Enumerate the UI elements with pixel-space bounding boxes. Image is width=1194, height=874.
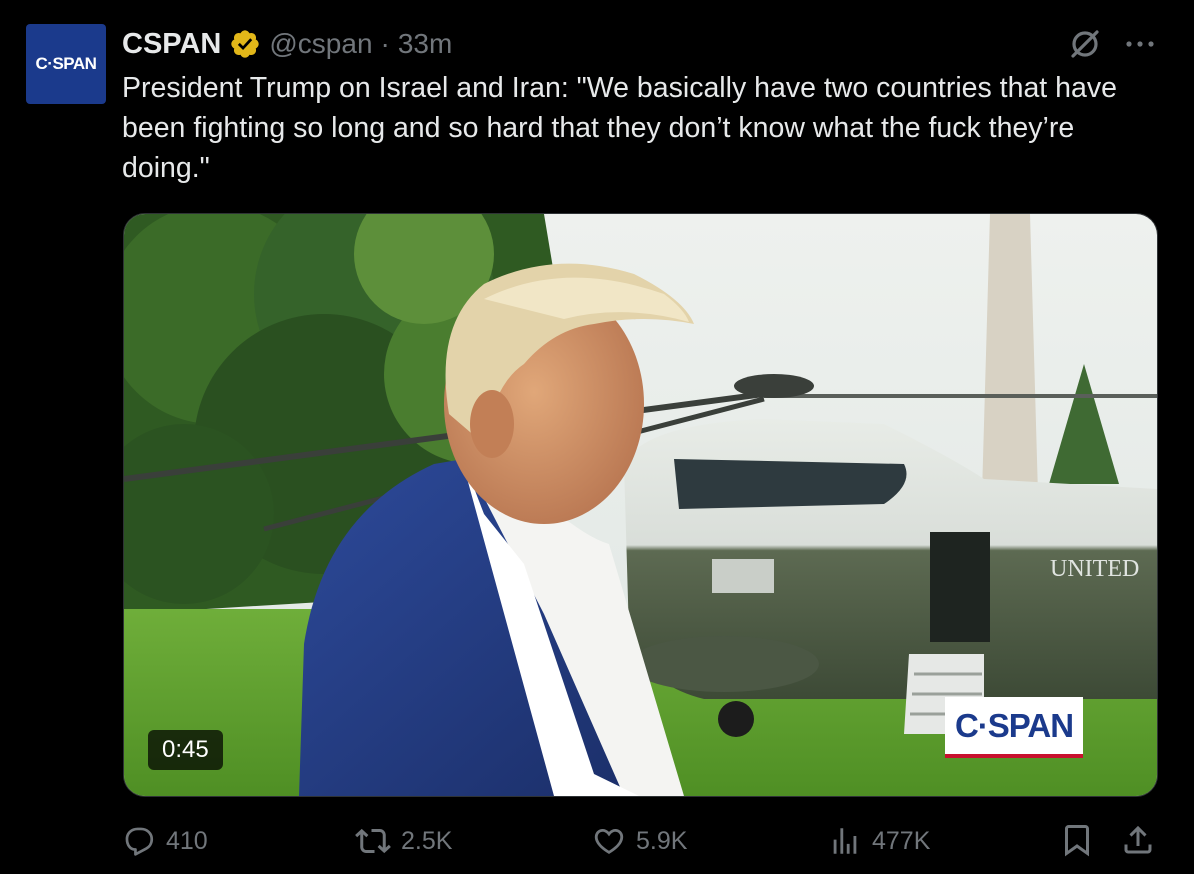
bookmark-icon[interactable] xyxy=(1059,822,1095,863)
video-duration: 0:45 xyxy=(148,730,223,770)
cspan-watermark: C·SPAN xyxy=(945,697,1083,758)
repost-button[interactable]: 2.5K xyxy=(355,820,452,862)
reply-button[interactable]: 410 xyxy=(122,820,208,862)
author-display-name[interactable]: CSPAN xyxy=(122,28,221,61)
helicopter-lettering: UNITED xyxy=(1050,556,1139,582)
views-chart-icon xyxy=(833,828,857,854)
video-player[interactable]: UNITED 0:45 C·SPAN xyxy=(123,213,1158,797)
like-count: 5.9K xyxy=(636,826,688,855)
like-button[interactable]: 5.9K xyxy=(592,820,687,862)
share-icon[interactable] xyxy=(1120,822,1156,863)
verified-badge-icon[interactable] xyxy=(229,28,261,60)
more-dots-icon[interactable] xyxy=(1122,30,1158,58)
views-button[interactable]: 477K xyxy=(828,820,930,862)
views-count: 477K xyxy=(872,826,931,855)
author-handle[interactable]: @cspan xyxy=(269,28,372,60)
avatar-logo: C·SPAN xyxy=(35,54,97,73)
avatar[interactable]: C·SPAN xyxy=(26,24,106,104)
post-timestamp[interactable]: 33m xyxy=(398,28,452,60)
reply-count: 410 xyxy=(166,826,208,855)
reply-icon xyxy=(125,827,154,856)
post-text: President Trump on Israel and Iran: "We … xyxy=(122,72,1117,184)
repost-count: 2.5K xyxy=(401,826,453,855)
post[interactable]: C·SPAN CSPAN @cspan · 33m President Trum… xyxy=(0,0,1194,874)
repost-icon xyxy=(355,828,391,854)
grok-icon[interactable] xyxy=(1067,26,1103,62)
heart-icon xyxy=(594,828,624,854)
separator-dot: · xyxy=(380,28,390,59)
post-header: CSPAN @cspan · 33m xyxy=(122,24,452,64)
